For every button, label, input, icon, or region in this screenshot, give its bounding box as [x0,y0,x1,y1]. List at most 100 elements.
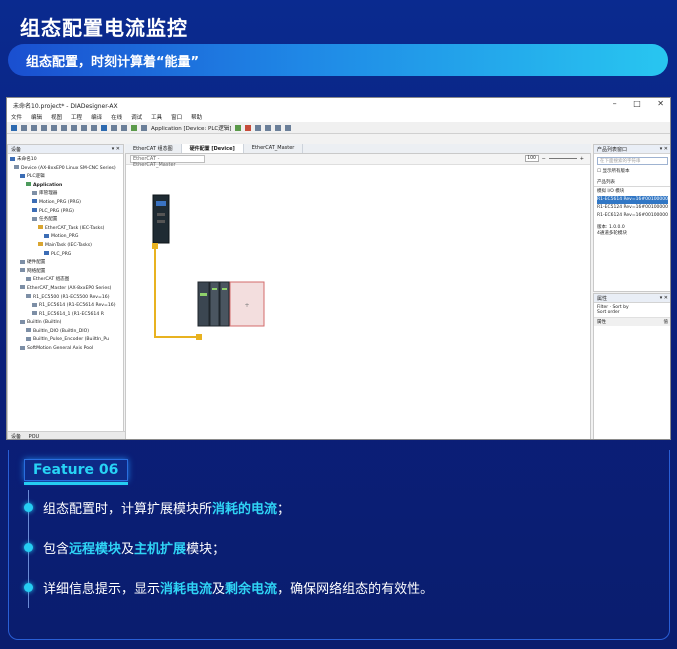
feature-item-3: 详细信息提示，显示消耗电流及剩余电流，确保网络组态的有效性。 [43,582,434,597]
attributes-toolbar: Filter · Sort by Sort order [594,303,670,318]
maximize-icon[interactable]: □ [633,99,641,108]
tree-item[interactable]: 库管理器 [10,190,121,199]
watch-icon[interactable] [285,124,292,131]
save-icon[interactable] [31,124,37,131]
menu-item[interactable]: 帮助 [191,113,202,121]
panel-pin-close-icon[interactable]: ▾ ✕ [660,146,668,152]
menu-item[interactable]: 工程 [71,113,82,121]
bus-select-dropdown[interactable]: EtherCAT - EtherCAT_Master [130,155,205,168]
zoom-in-icon[interactable]: + [580,156,584,162]
coupler-module[interactable] [197,281,210,327]
menu-item[interactable]: 编译 [91,113,102,121]
menu-item[interactable]: 视图 [51,113,62,121]
minimize-icon[interactable]: – [613,99,617,108]
active-application-label: Application [Device: PLC逻辑] [151,125,232,132]
list-item[interactable]: 模拟 I/O 模块 [597,188,668,196]
copy-icon[interactable] [71,124,77,131]
sort-order-button[interactable]: Sort order [597,310,620,315]
tree-item[interactable]: MainTask (IEC-Tasks) [10,242,121,251]
device-panel-header: 设备 ▾ ✕ [8,145,123,154]
menu-item[interactable]: 编辑 [31,113,42,121]
toolbar: Application [Device: PLC逻辑] [7,122,670,134]
tree-item[interactable]: 未命名10 [10,156,121,165]
tab-pou[interactable]: POU [29,434,40,439]
find-icon[interactable] [101,124,107,131]
close-icon[interactable]: ✕ [657,99,664,108]
tree-item[interactable]: Motion_PRG [10,233,121,242]
new-file-icon[interactable] [11,124,17,131]
zoom-control: 100 − + [524,155,584,162]
menu-item[interactable]: 文件 [11,113,22,121]
menu-item[interactable]: 调试 [131,113,142,121]
tree-item[interactable]: R1_EC5614_1 (R1-EC5614 R [10,311,121,320]
feature-item-1: 组态配置时，计算扩展模块所消耗的电流； [43,502,291,517]
tree-item[interactable]: PLC_PRG (PRG) [10,208,121,217]
tree-item[interactable]: PLC逻辑 [10,173,121,182]
tree-item[interactable]: SoftMotion General Axis Pool [10,345,121,354]
breakpoint-icon[interactable] [275,124,282,131]
delete-icon[interactable] [91,124,97,131]
paste-icon[interactable] [81,124,87,131]
zoom-input[interactable]: 100 [524,155,539,162]
attributes-panel: 属性 ▾ ✕ Filter · Sort by Sort order 属性 值 [593,293,670,439]
list-item[interactable]: R1-EC6124 Rev=16#00100000 [597,212,668,220]
undo-icon[interactable] [41,124,47,131]
zoom-out-icon[interactable]: − [542,156,546,162]
redo-icon[interactable] [51,124,57,131]
feature-tag: Feature 06 [24,459,128,481]
tree-item[interactable]: 任务配置 [10,216,121,225]
tree-item[interactable]: R1_EC5614 (R1-EC5614 Rev=16) [10,302,121,311]
tree-item[interactable]: EtherCAT_Task (IEC-Tasks) [10,225,121,234]
show-all-versions-checkbox[interactable]: ☐ 显示所有版本 [594,168,670,174]
tree-item[interactable]: PLC_PRG [10,251,121,260]
tree-item[interactable]: 网络配置 [10,268,121,277]
panel-pin-close-icon[interactable]: ▾ ✕ [112,146,120,152]
product-info: 版本: 1.0.0.0 4通道多轮模块 [594,221,670,241]
cut-icon[interactable] [61,124,67,131]
tree-item[interactable]: EtherCAT_Master (AX-8xxEP0 Series) [10,285,121,294]
list-item[interactable]: R1-EC5124 Rev=16#00100000 [597,204,668,212]
tab-product-list[interactable]: 产品列表 [594,178,670,187]
logout-icon[interactable] [141,124,147,131]
tree-item[interactable]: R1_EC5500 (R1-EC5500 Rev=16) [10,294,121,303]
panel-pin-close-icon[interactable]: ▾ ✕ [660,295,668,301]
tree-item[interactable]: BuiltIn_DIO (BuiltIn_DIO) [10,328,121,337]
canvas-toolbar: EtherCAT - EtherCAT_Master 100 − + [126,154,590,168]
build-icon[interactable] [111,124,117,131]
run-icon[interactable] [235,124,242,131]
tree-item[interactable]: Application [10,182,121,191]
stop-icon[interactable] [245,124,252,131]
tab-ethercat-diagram[interactable]: EtherCAT 组态图 [125,144,182,153]
tree-item[interactable]: BuiltIn_Pulse_Encoder (BuiltIn_Pu [10,336,121,345]
open-icon[interactable] [21,124,27,131]
tab-devices[interactable]: 设备 [11,434,21,439]
menu-item[interactable]: 工具 [151,113,162,121]
menu-item[interactable]: 在线 [111,113,122,121]
device-panel-bottom-tabs: 设备 POU [8,431,125,439]
tree-item[interactable]: BuiltIn (BuiltIn) [10,319,121,328]
column-header[interactable]: 属性 [597,319,606,325]
menu-item[interactable]: 窗口 [171,113,182,121]
step-icon[interactable] [265,124,272,131]
bullet-dot [24,583,33,592]
reset-icon[interactable] [255,124,262,131]
tree-item[interactable]: Motion_PRG (PRG) [10,199,121,208]
controller-display [156,201,166,206]
login-icon[interactable] [131,124,137,131]
tree-item[interactable]: EtherCAT 组态图 [10,276,121,285]
hardware-config-canvas: EtherCAT - EtherCAT_Master 100 − + + [125,153,591,439]
bus-connector[interactable] [196,334,202,340]
tree-item[interactable]: Device (AX-8xxEP0 Linux SM-CNC Series) [10,165,121,174]
zoom-slider[interactable] [548,158,577,159]
list-item[interactable]: R1-EC5614 Rev=16#00100000 [597,196,668,204]
product-search-input[interactable]: 在下面搜索的字符串 [597,157,668,165]
rebuild-icon[interactable] [121,124,127,131]
tree-item[interactable]: 硬件配置 [10,259,121,268]
bus-connector[interactable] [152,243,158,249]
menubar: 文件 编辑 视图 工程 编译 在线 调试 工具 窗口 帮助 [7,112,670,122]
column-header[interactable]: 值 [664,319,669,325]
tab-ethercat-master[interactable]: EtherCAT_Master [244,144,304,153]
attributes-panel-title: 属性 [597,296,608,302]
tab-hardware-config[interactable]: 硬件配置 [Device] [181,144,244,153]
device-tree: 未命名10 Device (AX-8xxEP0 Linux SM-CNC Ser… [8,154,123,356]
